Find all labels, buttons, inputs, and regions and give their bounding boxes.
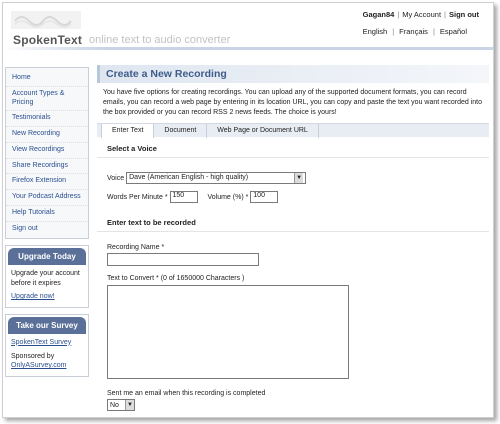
chevron-down-icon[interactable]: ▼ [294,173,304,184]
tab-web-page-url[interactable]: Web Page or Document URL [207,124,319,139]
voice-selected-value: Dave (American English - high quality) [129,174,249,182]
sidebar-item-help-tutorials[interactable]: Help Tutorials [6,206,88,222]
text-convert-row: Text to Convert * (0 of 1650000 Characte… [97,275,489,380]
sidebar-item-home[interactable]: Home [6,71,88,87]
text-convert-textarea[interactable] [107,285,349,380]
select-voice-heading: Select a Voice [97,137,489,159]
sidebar-item-share-recordings[interactable]: Share Recordings [6,159,88,175]
email-notify-select[interactable]: No ▼ [107,399,135,412]
upgrade-body: Upgrade your account before it expires U… [6,265,88,306]
recording-tabs: Enter Text Document Web Page or Document… [97,123,489,139]
page-title: Create a New Recording [97,65,489,83]
wpm-input[interactable]: 150 [169,191,198,204]
main-content: Create a New Recording You have five opt… [97,65,489,412]
account-links: Gagan84 | My Account | Sign out [362,10,479,19]
upgrade-box: Upgrade Today Upgrade your account befor… [5,245,89,308]
recording-name-input[interactable] [107,253,259,267]
lang-francais[interactable]: Français [399,27,428,36]
tab-document[interactable]: Document [154,124,208,139]
recording-name-row: Recording Name * [97,244,489,267]
survey-link[interactable]: SpokenText Survey [11,338,83,347]
email-notify-label: Sent me an email when this recording is … [107,390,266,398]
survey-body: SpokenText Survey Sponsored by OnlyASurv… [6,334,88,376]
email-notify-value: No [110,401,119,409]
recording-name-label: Recording Name * [107,244,165,252]
sign-out-link[interactable]: Sign out [449,10,479,19]
sidebar-item-account-types[interactable]: Account Types & Pricing [6,87,88,112]
tab-enter-text[interactable]: Enter Text [101,124,155,139]
survey-title: Take our Survey [8,316,86,334]
lang-english[interactable]: English [363,27,388,36]
intro-text: You have five options for creating recor… [103,89,482,117]
tagline: online text to audio converter [89,34,231,46]
sponsored-by-text: Sponsored by [11,353,55,360]
browser-page: SpokenText online text to audio converte… [2,2,494,418]
my-account-link[interactable]: My Account [402,10,441,19]
sidebar-item-sign-out[interactable]: Sign out [6,222,88,237]
sidebar-item-view-recordings[interactable]: View Recordings [6,143,88,159]
lang-espanol[interactable]: Español [440,27,467,36]
language-links: English | Français | Español [362,27,467,36]
header-divider [3,47,493,50]
volume-label: Volume (%) * [207,194,249,202]
sidebar-item-new-recording[interactable]: New Recording [6,127,88,143]
upgrade-now-link[interactable]: Upgrade now! [11,292,83,301]
sidebar-item-podcast-address[interactable]: Your Podcast Address [6,190,88,206]
site-header: SpokenText online text to audio converte… [3,3,493,53]
enter-text-heading: Enter text to be recorded [97,211,489,233]
upgrade-text: Upgrade your account before it expires [11,270,80,287]
chevron-down-icon[interactable]: ▼ [125,400,134,411]
email-row: Sent me an email when this recording is … [97,390,489,412]
username: Gagan84 [362,10,395,19]
voice-label: Voice [107,175,125,183]
upgrade-title: Upgrade Today [8,248,86,266]
sidebar-item-testimonials[interactable]: Testimonials [6,111,88,127]
logo-text[interactable]: SpokenText [13,33,82,47]
logo-graphic [11,11,81,29]
survey-box: Take our Survey SpokenText Survey Sponso… [5,313,89,377]
sponsor-link[interactable]: OnlyASurvey.com [11,361,83,370]
wpm-label: Words Per Minute * [107,194,168,202]
voice-row: Voice Dave (American English - high qual… [97,172,489,185]
sidebar-item-firefox-extension[interactable]: Firefox Extension [6,174,88,190]
text-convert-label: Text to Convert * (0 of 1650000 Characte… [107,275,245,283]
volume-input[interactable]: 100 [250,191,279,204]
sidebar-nav: Home Account Types & Pricing Testimonial… [5,67,89,240]
voice-select[interactable]: Dave (American English - high quality) ▼ [126,172,307,185]
sidebar: Home Account Types & Pricing Testimonial… [5,67,89,377]
speed-volume-row: Words Per Minute * 150 Volume (%) * 100 [97,191,489,204]
